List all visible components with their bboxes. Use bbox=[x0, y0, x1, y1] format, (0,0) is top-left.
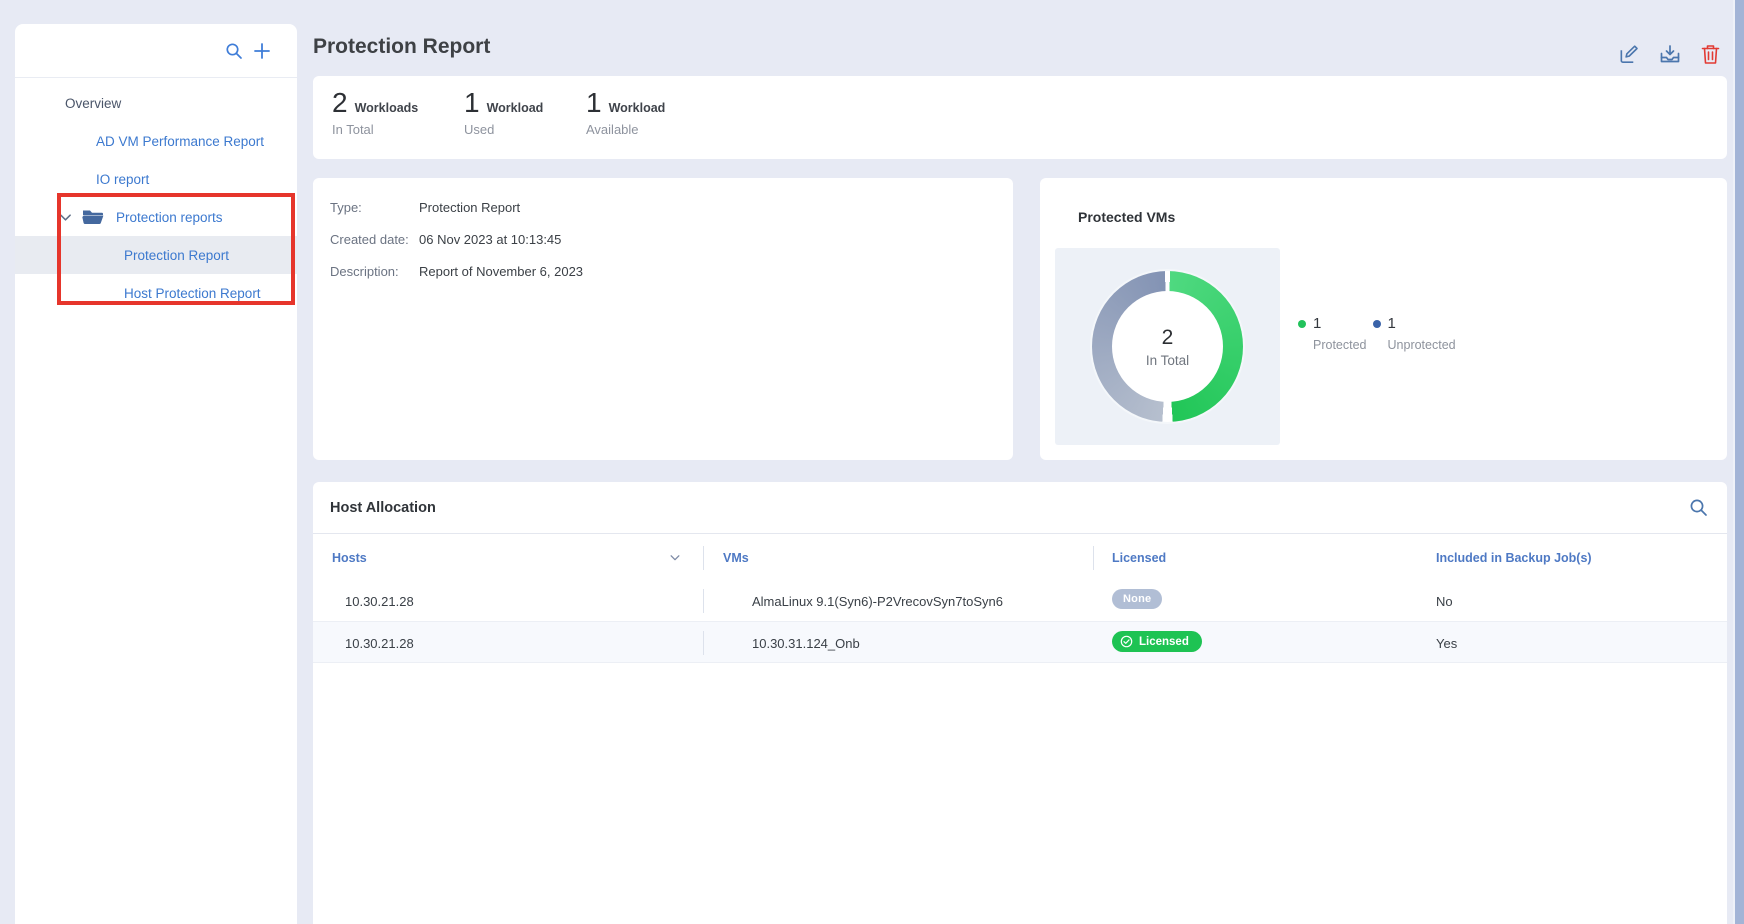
donut-total-value: 2 bbox=[1162, 326, 1174, 350]
donut-center-label: 2 In Total bbox=[1092, 271, 1243, 422]
stat-workloads-total: 2 Workloads In Total bbox=[332, 89, 418, 137]
sidebar-item-label: Host Protection Report bbox=[124, 286, 261, 301]
sidebar-item-io-report[interactable]: IO report bbox=[15, 160, 297, 198]
detail-row-created-date: Created date: 06 Nov 2023 at 10:13:45 bbox=[330, 232, 996, 247]
cell-vm: AlmaLinux 9.1(Syn6)-P2VrecovSyn7toSyn6 bbox=[752, 594, 1003, 609]
trash-icon[interactable] bbox=[1701, 44, 1720, 65]
detail-row-description: Description: Report of November 6, 2023 bbox=[330, 264, 996, 279]
legend-label: Protected bbox=[1313, 338, 1367, 352]
legend-count: 1 bbox=[1388, 315, 1396, 332]
table-row[interactable]: 10.30.21.28 AlmaLinux 9.1(Syn6)-P2Vrecov… bbox=[313, 580, 1727, 622]
stat-unit: Workloads bbox=[355, 101, 419, 115]
sidebar-item-protection-report[interactable]: Protection Report bbox=[15, 236, 297, 274]
detail-value: Protection Report bbox=[419, 200, 520, 215]
donut-legend: 1 Protected 1 Unprotected bbox=[1298, 315, 1456, 352]
chevron-down-icon[interactable] bbox=[59, 211, 72, 224]
open-folder-icon bbox=[82, 209, 104, 225]
check-circle-icon bbox=[1120, 635, 1133, 648]
reports-sidebar: Overview AD VM Performance Report IO rep… bbox=[15, 24, 297, 924]
column-divider bbox=[703, 589, 704, 613]
table-header-row: Hosts VMs Licensed Included in Backup Jo… bbox=[313, 533, 1727, 580]
edit-pencil-icon[interactable] bbox=[1618, 44, 1639, 65]
table-row[interactable]: 10.30.21.28 10.30.31.124_Onb Licensed Ye… bbox=[313, 622, 1727, 663]
column-divider bbox=[1093, 546, 1094, 570]
stat-caption: Used bbox=[464, 122, 543, 137]
host-allocation-title: Host Allocation bbox=[330, 500, 436, 516]
report-tree: Overview AD VM Performance Report IO rep… bbox=[15, 78, 297, 312]
legend-item-unprotected: 1 Unprotected bbox=[1373, 315, 1456, 352]
cell-host: 10.30.21.28 bbox=[345, 594, 414, 609]
detail-label: Type: bbox=[330, 200, 419, 215]
cell-included: No bbox=[1436, 594, 1453, 609]
sidebar-item-label: IO report bbox=[96, 172, 149, 187]
donut-total-caption: In Total bbox=[1146, 353, 1189, 368]
column-divider bbox=[703, 631, 704, 655]
detail-label: Created date: bbox=[330, 232, 419, 247]
legend-label: Unprotected bbox=[1388, 338, 1456, 352]
cell-vm: 10.30.31.124_Onb bbox=[752, 636, 860, 651]
protected-dot-icon bbox=[1298, 320, 1306, 328]
column-header-hosts[interactable]: Hosts bbox=[332, 551, 367, 565]
host-allocation-card: Host Allocation Hosts VMs Licensed Inclu… bbox=[313, 482, 1727, 924]
badge-label: None bbox=[1123, 593, 1151, 605]
protected-vms-title: Protected VMs bbox=[1078, 209, 1175, 225]
sidebar-item-label: Protection reports bbox=[116, 210, 223, 225]
cell-included: Yes bbox=[1436, 636, 1457, 651]
sidebar-item-label: Protection Report bbox=[124, 248, 229, 263]
stat-value: 1 bbox=[464, 89, 480, 117]
detail-label: Description: bbox=[330, 264, 419, 279]
sidebar-item-label: AD VM Performance Report bbox=[96, 134, 264, 149]
plus-icon[interactable] bbox=[253, 42, 271, 60]
search-icon[interactable] bbox=[225, 42, 243, 60]
report-details-card: Type: Protection Report Created date: 06… bbox=[313, 178, 1013, 460]
page-title: Protection Report bbox=[313, 35, 490, 59]
stat-value: 1 bbox=[586, 89, 602, 117]
protected-vms-card: Protected VMs 2 In Total 1 Protected bbox=[1040, 178, 1727, 460]
unprotected-dot-icon bbox=[1373, 320, 1381, 328]
sidebar-item-ad-vm-performance-report[interactable]: AD VM Performance Report bbox=[15, 122, 297, 160]
badge-label: Licensed bbox=[1139, 636, 1189, 648]
workloads-summary-card: 2 Workloads In Total 1 Workload Used 1 W… bbox=[313, 76, 1727, 159]
stat-value: 2 bbox=[332, 89, 348, 117]
detail-row-type: Type: Protection Report bbox=[330, 200, 996, 215]
stat-caption: In Total bbox=[332, 122, 418, 137]
sidebar-item-label: Overview bbox=[65, 96, 121, 111]
license-status-badge: Licensed bbox=[1112, 631, 1202, 652]
sidebar-item-host-protection-report[interactable]: Host Protection Report bbox=[15, 274, 297, 312]
export-download-icon[interactable] bbox=[1659, 44, 1681, 65]
column-header-included-in-backup-jobs[interactable]: Included in Backup Job(s) bbox=[1436, 551, 1592, 565]
stat-workloads-used: 1 Workload Used bbox=[464, 89, 543, 137]
column-header-licensed[interactable]: Licensed bbox=[1112, 551, 1166, 565]
donut-chart-panel: 2 In Total bbox=[1055, 248, 1280, 445]
stat-caption: Available bbox=[586, 122, 665, 137]
license-status-badge: None bbox=[1112, 589, 1162, 609]
stat-unit: Workload bbox=[487, 101, 544, 115]
legend-count: 1 bbox=[1313, 315, 1321, 332]
vertical-scrollbar[interactable] bbox=[1733, 0, 1744, 924]
report-actions bbox=[1618, 44, 1720, 65]
sidebar-item-overview[interactable]: Overview bbox=[15, 84, 297, 122]
sidebar-toolbar bbox=[15, 24, 297, 78]
chevron-down-icon[interactable] bbox=[669, 552, 681, 564]
protected-vms-donut-chart: 2 In Total bbox=[1092, 271, 1243, 422]
detail-value: Report of November 6, 2023 bbox=[419, 264, 583, 279]
search-icon[interactable] bbox=[1689, 498, 1708, 517]
legend-item-protected: 1 Protected bbox=[1298, 315, 1367, 352]
column-header-vms[interactable]: VMs bbox=[723, 551, 749, 565]
cell-host: 10.30.21.28 bbox=[345, 636, 414, 651]
column-divider bbox=[703, 546, 704, 570]
sidebar-item-protection-reports-folder[interactable]: Protection reports bbox=[15, 198, 297, 236]
detail-value: 06 Nov 2023 at 10:13:45 bbox=[419, 232, 561, 247]
stat-workloads-available: 1 Workload Available bbox=[586, 89, 665, 137]
stat-unit: Workload bbox=[609, 101, 666, 115]
report-page: Overview AD VM Performance Report IO rep… bbox=[0, 0, 1744, 924]
